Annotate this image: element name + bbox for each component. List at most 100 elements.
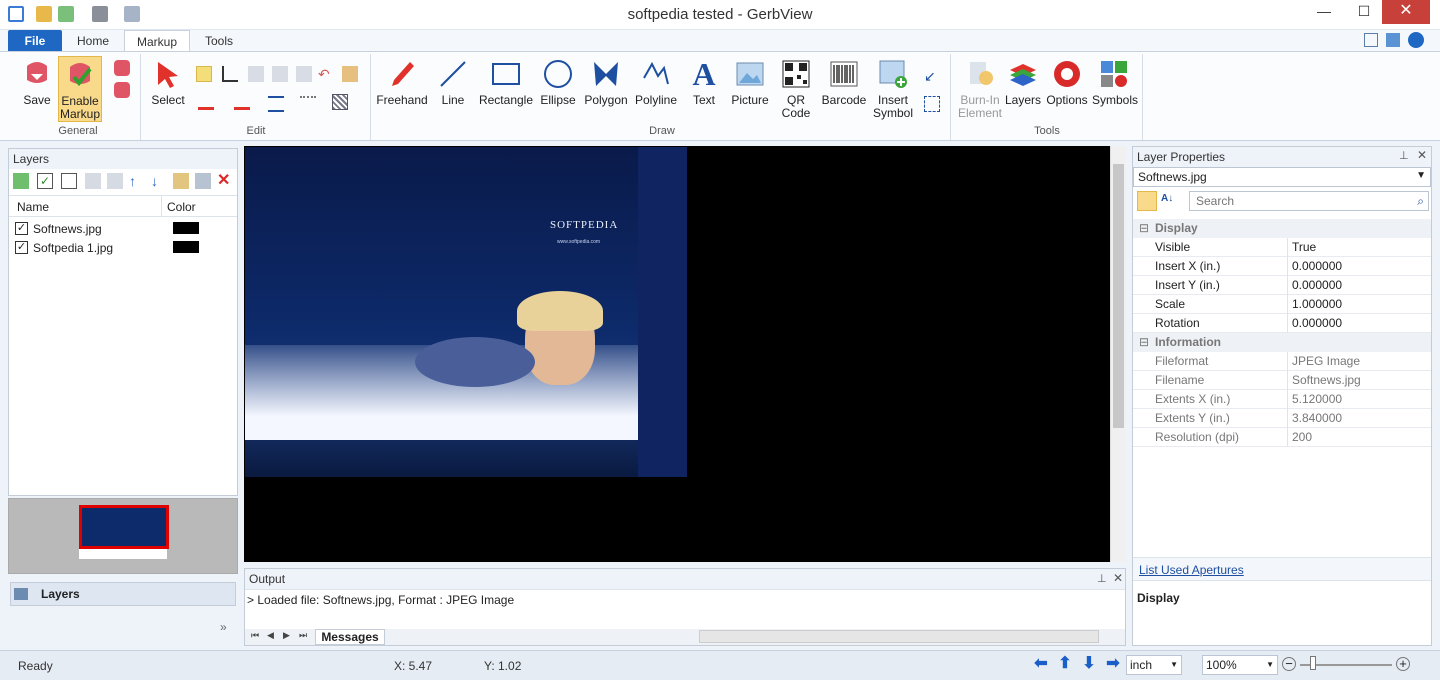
line-color-icon[interactable] xyxy=(198,94,214,110)
check-all-icon[interactable]: ✓ xyxy=(37,173,53,189)
last-page-icon[interactable]: ⏭ xyxy=(299,630,307,641)
add-layer-icon[interactable] xyxy=(13,173,29,189)
new-icon[interactable] xyxy=(58,6,74,22)
app-icon[interactable] xyxy=(8,6,24,22)
insert-symbol-button[interactable]: Insert Symbol xyxy=(870,58,916,120)
layers-side-tab[interactable]: Layers xyxy=(10,582,236,606)
layer-properties-icon[interactable] xyxy=(195,173,211,189)
line-style-icon[interactable] xyxy=(300,96,316,112)
zoom-dropdown[interactable]: 100% ▼ xyxy=(1202,655,1278,675)
enable-markup-button[interactable]: Enable Markup xyxy=(58,56,102,122)
text-button[interactable]: A Text xyxy=(686,58,722,107)
move-up-icon[interactable]: ↑ xyxy=(129,173,145,189)
close-panel-icon[interactable]: ✕ xyxy=(1417,148,1427,162)
paste-icon[interactable] xyxy=(342,66,358,82)
property-value[interactable]: JPEG Image xyxy=(1287,352,1431,371)
property-row[interactable]: Visible True xyxy=(1133,238,1431,257)
qr-code-button[interactable]: QR Code xyxy=(776,58,816,120)
property-value[interactable]: 3.840000 xyxy=(1287,409,1431,428)
layer-folder-icon[interactable] xyxy=(173,173,189,189)
zoom-slider-thumb[interactable] xyxy=(1310,656,1316,670)
collapse-icon[interactable]: ⊟ xyxy=(1139,219,1149,238)
property-value[interactable]: 200 xyxy=(1287,428,1431,447)
line-button[interactable]: Line xyxy=(434,58,472,107)
delete-layer-icon[interactable]: ✕ xyxy=(217,173,233,189)
expand-chevron-icon[interactable]: » xyxy=(220,620,227,634)
fill-color-icon[interactable] xyxy=(234,94,250,110)
search-input[interactable] xyxy=(1190,192,1400,210)
layers-button[interactable]: Layers xyxy=(1004,58,1042,107)
property-row[interactable]: Insert Y (in.) 0.000000 xyxy=(1133,276,1431,295)
style-icon[interactable] xyxy=(1386,33,1400,47)
close-button[interactable]: ✕ xyxy=(1382,0,1430,24)
barcode-button[interactable]: Barcode xyxy=(820,58,868,107)
rectangle-button[interactable]: Rectangle xyxy=(478,58,534,107)
tab-messages[interactable]: Messages xyxy=(315,629,385,645)
freehand-button[interactable]: Freehand xyxy=(376,58,428,107)
pan-left-icon[interactable]: ⬅ xyxy=(1032,655,1050,673)
layer-color-swatch[interactable] xyxy=(173,241,199,253)
options-button[interactable]: Options xyxy=(1044,58,1090,107)
property-value[interactable]: 0.000000 xyxy=(1287,276,1431,295)
print-icon[interactable] xyxy=(92,6,108,22)
property-row[interactable]: Rotation 0.000000 xyxy=(1133,314,1431,333)
close-panel-icon[interactable]: ✕ xyxy=(1113,571,1123,585)
output-horizontal-scrollbar[interactable] xyxy=(699,630,1099,643)
property-value[interactable]: 0.000000 xyxy=(1287,257,1431,276)
property-value[interactable]: 1.000000 xyxy=(1287,295,1431,314)
property-row[interactable]: Insert X (in.) 0.000000 xyxy=(1133,257,1431,276)
zoom-in-icon[interactable]: + xyxy=(1396,657,1410,671)
unit-dropdown[interactable]: inch ▼ xyxy=(1126,655,1182,675)
property-row[interactable]: Extents Y (in.) 3.840000 xyxy=(1133,409,1431,428)
minimize-button[interactable]: — xyxy=(1304,0,1344,24)
tab-home[interactable]: Home xyxy=(70,30,116,52)
markup-add-icon[interactable] xyxy=(114,60,130,76)
picture-button[interactable]: Picture xyxy=(728,58,772,107)
symbols-button[interactable]: Symbols xyxy=(1092,58,1138,107)
move-down-icon[interactable]: ↓ xyxy=(151,173,167,189)
viewport-rect[interactable] xyxy=(79,505,169,549)
polygon-button[interactable]: Polygon xyxy=(582,58,630,107)
category-information[interactable]: ⊟ Information xyxy=(1133,333,1431,352)
arrow-line-icon[interactable]: ↙ xyxy=(924,68,940,84)
layers-col-name[interactable]: Name xyxy=(17,200,49,214)
line-width-icon[interactable] xyxy=(268,96,284,112)
layer-select-dropdown[interactable]: Softnews.jpg ▼ xyxy=(1133,167,1431,187)
maximize-button[interactable]: ☐ xyxy=(1344,0,1384,24)
paste-layer-icon[interactable] xyxy=(107,173,123,189)
markup-remove-icon[interactable] xyxy=(114,82,130,98)
property-row[interactable]: Fileformat JPEG Image xyxy=(1133,352,1431,371)
uncheck-all-icon[interactable] xyxy=(61,173,77,189)
pin-icon[interactable]: ⊥ xyxy=(1399,149,1409,162)
property-row[interactable]: Scale 1.000000 xyxy=(1133,295,1431,314)
next-page-icon[interactable]: ▶ xyxy=(283,630,290,641)
property-value[interactable]: 0.000000 xyxy=(1287,314,1431,333)
pan-right-icon[interactable]: ➡ xyxy=(1104,655,1122,673)
property-value[interactable]: 5.120000 xyxy=(1287,390,1431,409)
layer-row[interactable]: ✓ Softnews.jpg xyxy=(9,219,237,238)
dashed-rect-icon[interactable] xyxy=(924,96,940,112)
hatch-icon[interactable] xyxy=(332,94,348,110)
property-row[interactable]: Filename Softnews.jpg xyxy=(1133,371,1431,390)
pan-up-icon[interactable]: ⬆ xyxy=(1056,655,1074,673)
copy-layer-icon[interactable] xyxy=(85,173,101,189)
property-value[interactable]: Softnews.jpg xyxy=(1287,371,1431,390)
overview-thumbnail[interactable] xyxy=(8,498,238,574)
polyline-button[interactable]: Polyline xyxy=(634,58,678,107)
property-row[interactable]: Resolution (dpi) 200 xyxy=(1133,428,1431,447)
ellipse-button[interactable]: Ellipse xyxy=(538,58,578,107)
property-search-box[interactable]: ⌕ xyxy=(1189,191,1429,211)
undo-icon[interactable]: ↶ xyxy=(318,66,334,82)
tab-tools[interactable]: Tools xyxy=(196,30,242,52)
dimension-icon[interactable] xyxy=(222,66,238,82)
category-display[interactable]: ⊟ Display xyxy=(1133,219,1431,238)
layers-col-color[interactable]: Color xyxy=(167,200,196,214)
tab-markup[interactable]: Markup xyxy=(124,30,190,52)
open-icon[interactable] xyxy=(36,6,52,22)
zoom-out-icon[interactable]: − xyxy=(1282,657,1296,671)
group-icon[interactable] xyxy=(296,66,312,82)
burn-in-element-button[interactable]: Burn-In Element xyxy=(956,58,1004,120)
bring-front-icon[interactable] xyxy=(248,66,264,82)
first-page-icon[interactable]: ⏮ xyxy=(251,630,259,641)
layer-color-swatch[interactable] xyxy=(173,222,199,234)
